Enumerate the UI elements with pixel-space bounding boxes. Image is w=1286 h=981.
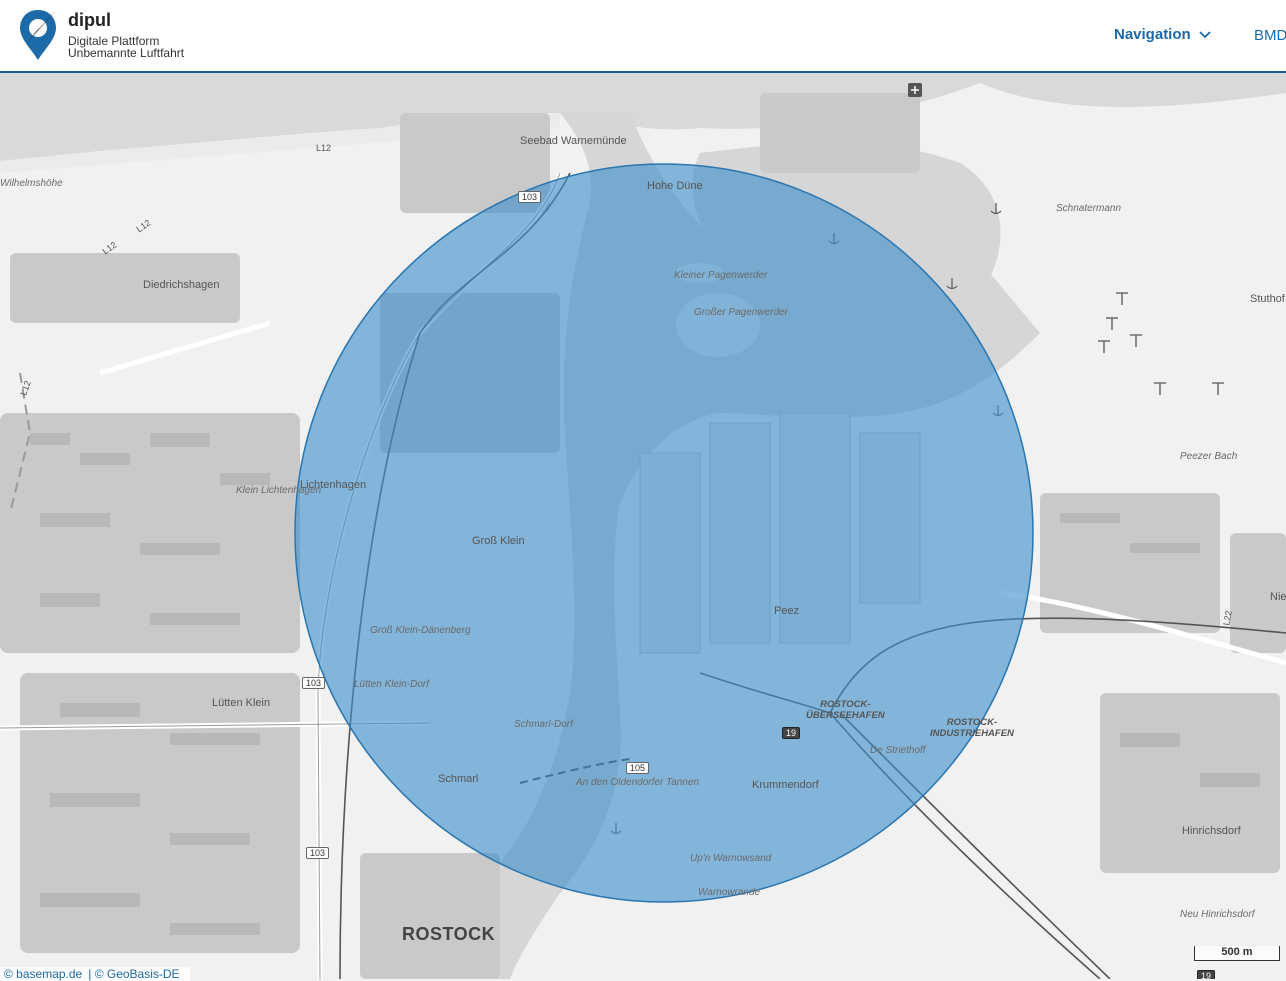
place-label: Peez (774, 605, 800, 617)
road-shield: 19 (1197, 970, 1216, 979)
place-label: Warnowrande (698, 887, 761, 898)
chevron-down-icon (1199, 30, 1211, 38)
place-label: Schmarl (438, 773, 479, 785)
port-label: ROSTOCK- INDUSTRIEHAFEN (930, 717, 1014, 739)
city-label: ROSTOCK (402, 924, 496, 944)
place-label: Nie (1270, 591, 1286, 603)
place-label: Kleiner Pagenwerder (674, 270, 768, 281)
road-shield: 19 (782, 727, 801, 739)
app-header: dipul Digitale Plattform Unbemannte Luft… (0, 0, 1286, 73)
brand-subtitle-line2: Unbemannte Luftfahrt (68, 46, 185, 60)
road-shield: 103 (306, 847, 330, 859)
place-label: An den Oldendorfer Tannen (576, 777, 700, 788)
place-label: Krummendorf (752, 779, 819, 791)
brand-name: dipul (68, 10, 111, 30)
place-label: Lütten Klein-Dorf (354, 679, 430, 690)
road-label: L12 (316, 143, 332, 153)
navigation-menu-button[interactable]: Navigation (1114, 26, 1211, 43)
place-label: Hohe Düne (647, 180, 703, 192)
place-label: Groß Klein-Dänenberg (370, 625, 471, 636)
dipul-logo-icon[interactable] (14, 6, 62, 62)
place-label: Stuthof (1250, 293, 1285, 305)
place-label: Schmarl-Dorf (514, 719, 573, 730)
place-label: Groß Klein (472, 535, 525, 547)
map-canvas[interactable]: ROSTOCK Seebad Warnemünde Hohe Düne Schn… (0, 73, 1286, 979)
bmd-link[interactable]: BMD (1254, 27, 1286, 44)
scale-bar: 500 m (1194, 946, 1280, 961)
port-label: ROSTOCK- ÜBERSEEHAFEN (806, 699, 885, 721)
road-shield: 103 (302, 677, 326, 689)
place-label: Lütten Klein (212, 697, 271, 709)
place-label: Großer Pagenwerder (694, 307, 788, 318)
place-label: Hinrichsdorf (1182, 825, 1241, 837)
road-shield: 103 (518, 191, 542, 203)
place-label: Seebad Warnemünde (520, 135, 627, 147)
navigation-label: Navigation (1114, 26, 1191, 43)
place-label: De Striethoff (870, 745, 926, 756)
wind-turbine-icons (1098, 292, 1224, 395)
place-label: Peezer Bach (1180, 451, 1238, 462)
place-label: Diedrichshagen (143, 279, 220, 291)
road-shield: 105 (626, 762, 650, 774)
place-label: Schnatermann (1056, 203, 1122, 214)
flight-restriction-zone[interactable] (294, 163, 1034, 903)
place-label: Wilhelmshöhe (0, 178, 63, 189)
place-label: Neu Hinrichsdorf (1180, 909, 1255, 920)
place-label: Klein Lichtenhagen (236, 485, 322, 496)
place-label: Up'n Warnowsand (690, 853, 772, 864)
